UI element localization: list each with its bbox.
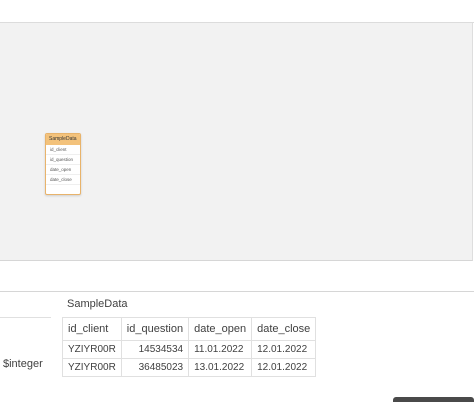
preview-table: id_client id_question date_open date_clo… [62, 317, 317, 377]
table-field[interactable]: date_open [46, 165, 80, 175]
table-row: YZIYR00R 36485023 13.01.2022 12.01.2022 [62, 358, 317, 377]
table-field[interactable]: id_question [46, 155, 80, 165]
table-field[interactable]: date_close [46, 175, 80, 185]
column-header[interactable]: id_question [120, 317, 190, 341]
table-cell: 12.01.2022 [251, 340, 317, 359]
column-header[interactable]: date_close [251, 317, 317, 341]
preview-title: SampleData [67, 298, 128, 310]
column-header[interactable]: id_client [62, 317, 122, 341]
column-header[interactable]: date_open [188, 317, 253, 341]
table-cell: 11.01.2022 [188, 340, 253, 359]
side-panel-divider [0, 317, 51, 318]
top-bar [0, 0, 474, 23]
preview-header-row: id_client id_question date_open date_clo… [62, 317, 317, 341]
model-canvas[interactable]: SampleData id_client id_question date_op… [0, 23, 473, 261]
table-cell: 13.01.2022 [188, 358, 253, 377]
table-cell: YZIYR00R [62, 358, 122, 377]
bottom-panel-tab[interactable] [393, 397, 474, 402]
table-row: YZIYR00R 14534534 11.01.2022 12.01.2022 [62, 340, 317, 359]
table-cell: 14534534 [120, 340, 190, 359]
table-field[interactable]: id_client [46, 145, 80, 155]
table-card-sampledata[interactable]: SampleData id_client id_question date_op… [45, 133, 81, 195]
table-cell: YZIYR00R [62, 340, 122, 359]
table-cell: 36485023 [120, 358, 190, 377]
data-model-viewer: SampleData id_client id_question date_op… [0, 0, 474, 402]
panel-divider [0, 291, 474, 292]
table-cell: 12.01.2022 [251, 358, 317, 377]
field-type-label: $integer [3, 358, 43, 370]
table-card-title: SampleData [46, 134, 80, 145]
